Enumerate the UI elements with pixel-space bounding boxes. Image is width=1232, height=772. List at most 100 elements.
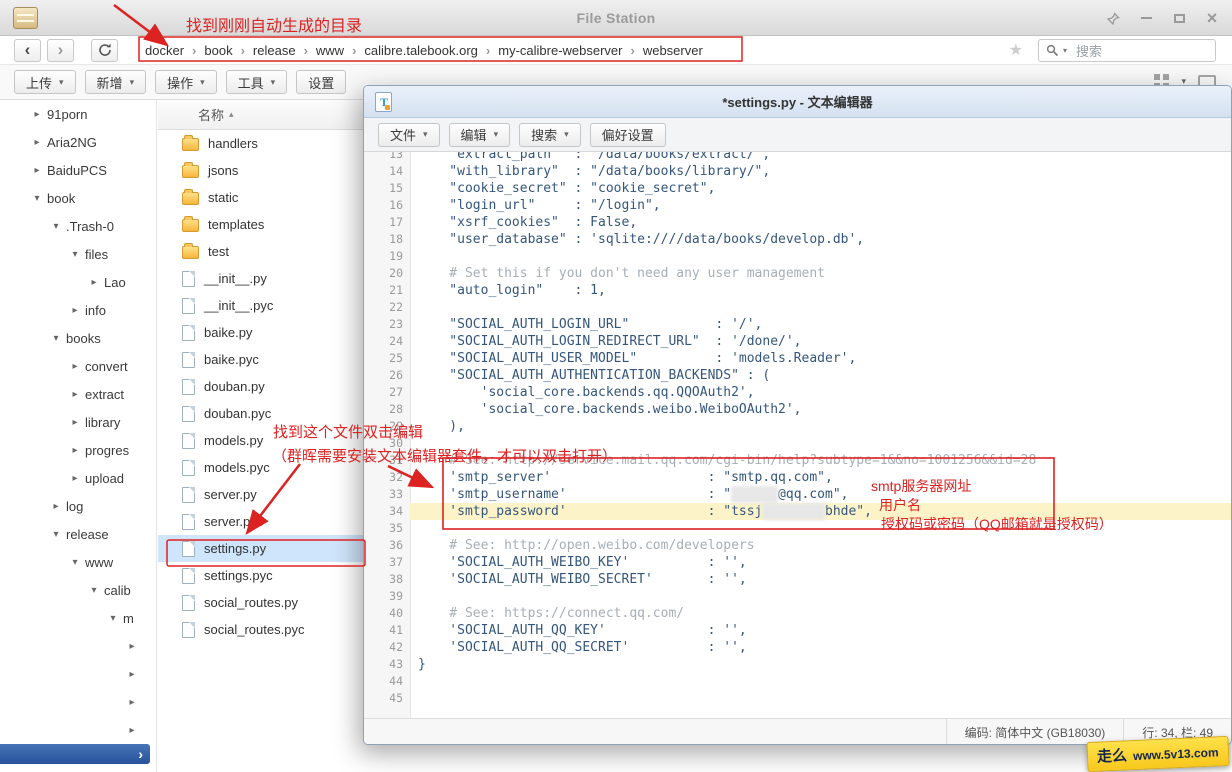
code-line-18[interactable]: 18 "user_database" : 'sqlite:////data/bo… xyxy=(364,231,1231,248)
code-line-14[interactable]: 14 "with_library" : "/data/books/library… xyxy=(364,163,1231,180)
code-line-27[interactable]: 27 'social_core.backends.qq.QQOAuth2', xyxy=(364,384,1231,401)
toolbar-button-操作[interactable]: 操作▾ xyxy=(155,70,217,94)
sidebar-item-calib[interactable]: ▾calib xyxy=(0,576,156,604)
refresh-button[interactable] xyxy=(91,39,118,62)
chevron-right-icon[interactable]: ▸ xyxy=(68,417,82,428)
sidebar-item-collapsed[interactable]: ▸ xyxy=(0,716,156,744)
breadcrumb-item-www[interactable]: www xyxy=(316,43,344,58)
breadcrumb-item-calibre.talebook.org[interactable]: calibre.talebook.org xyxy=(364,43,477,58)
chevron-down-icon[interactable]: ▾ xyxy=(68,249,82,260)
breadcrumb-item-release[interactable]: release xyxy=(253,43,296,58)
chevron-right-icon[interactable]: ▸ xyxy=(125,641,139,652)
sidebar-item-books[interactable]: ▾books xyxy=(0,324,156,352)
sidebar-item-Aria2NG[interactable]: ▸Aria2NG xyxy=(0,128,156,156)
sidebar-item-collapsed[interactable]: ▸ xyxy=(0,660,156,688)
sidebar-item-www[interactable]: ▾www xyxy=(0,548,156,576)
code-line-20[interactable]: 20 # Set this if you don't need any user… xyxy=(364,265,1231,282)
chevron-right-icon[interactable]: ▸ xyxy=(125,697,139,708)
chevron-right-icon[interactable]: ▸ xyxy=(68,361,82,372)
toolbar-button-设置[interactable]: 设置 xyxy=(296,70,346,94)
file-row-jsons[interactable]: jsons xyxy=(158,157,364,184)
breadcrumb-item-my-calibre-webserver[interactable]: my-calibre-webserver xyxy=(498,43,622,58)
file-row-server.pyc[interactable]: server.pyc xyxy=(158,508,364,535)
code-line-26[interactable]: 26 "SOCIAL_AUTH_AUTHENTICATION_BACKENDS"… xyxy=(364,367,1231,384)
code-line-35[interactable]: 35 xyxy=(364,520,1231,537)
file-row-models.pyc[interactable]: models.pyc xyxy=(158,454,364,481)
code-line-36[interactable]: 36 # See: http://open.weibo.com/develope… xyxy=(364,537,1231,554)
sidebar-collapse-bar[interactable]: › xyxy=(0,744,150,764)
code-line-41[interactable]: 41 'SOCIAL_AUTH_QQ_KEY' : '', xyxy=(364,622,1231,639)
maximize-icon[interactable] xyxy=(1171,10,1187,26)
chevron-down-icon[interactable]: ▾ xyxy=(49,529,63,540)
code-line-15[interactable]: 15 "cookie_secret" : "cookie_secret", xyxy=(364,180,1231,197)
sidebar-item-Lao[interactable]: ▸Lao xyxy=(0,268,156,296)
code-line-24[interactable]: 24 "SOCIAL_AUTH_LOGIN_REDIRECT_URL" : '/… xyxy=(364,333,1231,350)
code-line-13[interactable]: 13 "extract_path" : "/data/books/extract… xyxy=(364,152,1231,163)
editor-menu-编辑[interactable]: 编辑▾ xyxy=(449,123,511,147)
sidebar-item-.Trash-0[interactable]: ▾.Trash-0 xyxy=(0,212,156,240)
chevron-right-icon[interactable]: ▸ xyxy=(87,277,101,288)
chevron-right-icon[interactable]: ▸ xyxy=(68,389,82,400)
code-line-21[interactable]: 21 "auto_login" : 1, xyxy=(364,282,1231,299)
sidebar-item-book[interactable]: ▾book xyxy=(0,184,156,212)
chevron-down-icon[interactable]: ▾ xyxy=(106,613,120,624)
file-row-server.py[interactable]: server.py xyxy=(158,481,364,508)
file-row-baike.pyc[interactable]: baike.pyc xyxy=(158,346,364,373)
sidebar-item-collapsed[interactable]: ▸ xyxy=(0,688,156,716)
minimize-icon[interactable] xyxy=(1138,10,1154,26)
code-area[interactable]: 13 "extract_path" : "/data/books/extract… xyxy=(364,152,1231,718)
sidebar-item-release[interactable]: ▾release xyxy=(0,520,156,548)
forward-button[interactable]: › xyxy=(47,39,74,62)
code-line-29[interactable]: 29 ), xyxy=(364,418,1231,435)
code-line-28[interactable]: 28 'social_core.backends.weibo.WeiboOAut… xyxy=(364,401,1231,418)
file-row-test[interactable]: test xyxy=(158,238,364,265)
file-row-baike.py[interactable]: baike.py xyxy=(158,319,364,346)
sidebar-item-m[interactable]: ▾m xyxy=(0,604,156,632)
code-line-34[interactable]: 34 'smtp_password' : "tssj bhde", xyxy=(364,503,1231,520)
code-line-23[interactable]: 23 "SOCIAL_AUTH_LOGIN_URL" : '/', xyxy=(364,316,1231,333)
chevron-down-icon[interactable]: ▾ xyxy=(49,221,63,232)
chevron-right-icon[interactable]: ▸ xyxy=(68,473,82,484)
code-line-39[interactable]: 39 xyxy=(364,588,1231,605)
code-line-19[interactable]: 19 xyxy=(364,248,1231,265)
file-row-__init__.py[interactable]: __init__.py xyxy=(158,265,364,292)
back-button[interactable]: ‹ xyxy=(14,39,41,62)
sidebar-item-BaiduPCS[interactable]: ▸BaiduPCS xyxy=(0,156,156,184)
chevron-right-icon[interactable]: ▸ xyxy=(30,109,44,120)
file-row-models.py[interactable]: models.py xyxy=(158,427,364,454)
file-row-douban.pyc[interactable]: douban.pyc xyxy=(158,400,364,427)
chevron-right-icon[interactable]: ▸ xyxy=(49,501,63,512)
chevron-right-icon[interactable]: ▸ xyxy=(30,165,44,176)
code-line-32[interactable]: 32 'smtp_server' : "smtp.qq.com", xyxy=(364,469,1231,486)
code-line-16[interactable]: 16 "login_url" : "/login", xyxy=(364,197,1231,214)
sidebar-item-library[interactable]: ▸library xyxy=(0,408,156,436)
editor-menu-搜索[interactable]: 搜索▾ xyxy=(519,123,581,147)
chevron-down-icon[interactable]: ▾ xyxy=(68,557,82,568)
code-line-25[interactable]: 25 "SOCIAL_AUTH_USER_MODEL" : 'models.Re… xyxy=(364,350,1231,367)
file-row-__init__.pyc[interactable]: __init__.pyc xyxy=(158,292,364,319)
code-line-45[interactable]: 45 xyxy=(364,690,1231,707)
editor-titlebar[interactable]: *settings.py - 文本编辑器 xyxy=(364,86,1231,118)
chevron-right-icon[interactable]: ▸ xyxy=(68,305,82,316)
code-line-22[interactable]: 22 xyxy=(364,299,1231,316)
code-line-42[interactable]: 42 'SOCIAL_AUTH_QQ_SECRET' : '', xyxy=(364,639,1231,656)
search-scope-caret-icon[interactable]: ▾ xyxy=(1063,46,1067,55)
chevron-right-icon[interactable]: ▸ xyxy=(30,137,44,148)
file-row-social_routes.pyc[interactable]: social_routes.pyc xyxy=(158,616,364,643)
breadcrumb-item-book[interactable]: book xyxy=(204,43,232,58)
sidebar-item-upload[interactable]: ▸upload xyxy=(0,464,156,492)
toolbar-button-工具[interactable]: 工具▾ xyxy=(226,70,288,94)
code-line-31[interactable]: 31 # See: http://service.mail.qq.com/cgi… xyxy=(364,452,1231,469)
sidebar-item-log[interactable]: ▸log xyxy=(0,492,156,520)
favorite-star-icon[interactable]: ★ xyxy=(1009,40,1023,60)
code-line-38[interactable]: 38 'SOCIAL_AUTH_WEIBO_SECRET' : '', xyxy=(364,571,1231,588)
chevron-down-icon[interactable]: ▾ xyxy=(49,333,63,344)
chevron-down-icon[interactable]: ▾ xyxy=(30,193,44,204)
breadcrumb-item-webserver[interactable]: webserver xyxy=(643,43,703,58)
code-line-44[interactable]: 44 xyxy=(364,673,1231,690)
sidebar-item-convert[interactable]: ▸convert xyxy=(0,352,156,380)
code-line-33[interactable]: 33 'smtp_username' : " @qq.com", xyxy=(364,486,1231,503)
code-line-40[interactable]: 40 # See: https://connect.qq.com/ xyxy=(364,605,1231,622)
file-row-social_routes.py[interactable]: social_routes.py xyxy=(158,589,364,616)
file-row-settings.py[interactable]: settings.py xyxy=(158,535,364,562)
